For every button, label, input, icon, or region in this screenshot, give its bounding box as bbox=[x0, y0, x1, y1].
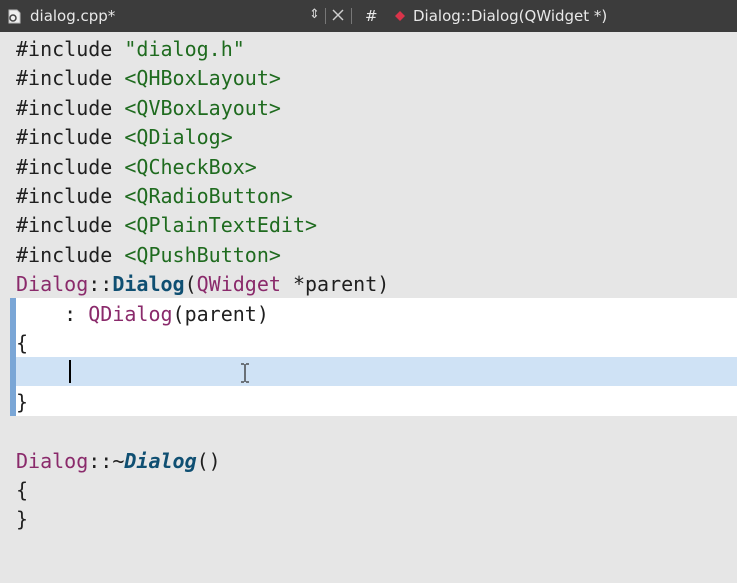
ibeam-cursor-icon bbox=[241, 363, 249, 383]
code-token: { bbox=[16, 478, 29, 502]
code-token: "dialog.h" bbox=[124, 37, 245, 61]
code-token: #include bbox=[16, 154, 125, 179]
code-token: Dialog bbox=[16, 448, 89, 473]
code-line: Dialog::Dialog(QWidget *parent) bbox=[16, 270, 389, 299]
symbol-hash-label[interactable]: # bbox=[365, 6, 378, 26]
code-token: #include bbox=[16, 213, 125, 238]
cpp-file-icon bbox=[8, 9, 21, 24]
code-token: #include bbox=[16, 66, 125, 91]
code-token: <QPlainTextEdit> bbox=[124, 213, 318, 238]
code-token: <QDialog> bbox=[124, 125, 233, 150]
code-token: #include bbox=[16, 242, 125, 267]
current-line-highlight bbox=[10, 357, 737, 386]
code-token: (parent) bbox=[172, 301, 269, 326]
symbol-dropdown[interactable]: Dialog::Dialog(QWidget *) bbox=[413, 6, 607, 26]
code-line: #include <QPushButton> bbox=[16, 241, 281, 270]
code-line: } bbox=[16, 388, 28, 417]
code-token: <QCheckBox> bbox=[124, 154, 257, 179]
code-token: <QPushButton> bbox=[124, 242, 281, 267]
tab-separator bbox=[325, 8, 326, 24]
code-line: { bbox=[16, 329, 28, 358]
code-line: Dialog::~Dialog() bbox=[16, 447, 221, 476]
code-token: *parent) bbox=[280, 272, 390, 297]
code-line: #include <QRadioButton> bbox=[16, 182, 293, 211]
code-line: { bbox=[16, 476, 28, 505]
code-token: QWidget bbox=[196, 272, 281, 297]
code-editor-window: dialog.cpp* ⇕ # Dialog::Dialog(QWidget *… bbox=[0, 0, 737, 583]
code-line: #include <QHBoxLayout> bbox=[16, 64, 281, 93]
code-token: } bbox=[16, 507, 29, 532]
code-line: : QDialog(parent) bbox=[16, 300, 269, 329]
code-token: () bbox=[196, 448, 221, 473]
text-cursor bbox=[69, 360, 71, 383]
code-token: } bbox=[16, 389, 29, 414]
code-token: ::~ bbox=[88, 448, 125, 473]
code-line: #include <QPlainTextEdit> bbox=[16, 211, 317, 240]
code-token: <QRadioButton> bbox=[124, 184, 293, 208]
code-token: :: bbox=[88, 272, 113, 297]
code-token: #include bbox=[16, 37, 125, 61]
code-line: #include <QDialog> bbox=[16, 123, 233, 152]
code-token: <QVBoxLayout> bbox=[124, 95, 281, 120]
code-token: { bbox=[16, 331, 29, 355]
code-token: #include bbox=[16, 184, 125, 208]
code-token: QDialog bbox=[88, 301, 173, 326]
code-token: #include bbox=[16, 95, 125, 120]
code-token: ( bbox=[184, 272, 197, 297]
code-line: #include <QVBoxLayout> bbox=[16, 94, 281, 123]
file-switch-arrows-icon[interactable]: ⇕ bbox=[309, 5, 320, 25]
code-token: <QHBoxLayout> bbox=[124, 66, 281, 91]
code-line: #include "dialog.h" bbox=[16, 35, 245, 64]
code-token: Dialog bbox=[112, 272, 185, 297]
close-icon[interactable] bbox=[331, 5, 345, 25]
code-token: #include bbox=[16, 125, 125, 150]
tab-separator bbox=[351, 8, 352, 24]
code-token: : bbox=[16, 301, 89, 326]
code-line: #include <QCheckBox> bbox=[16, 153, 257, 182]
function-symbol-icon bbox=[395, 11, 405, 21]
editor-tab-bar: dialog.cpp* ⇕ # Dialog::Dialog(QWidget *… bbox=[0, 0, 737, 32]
file-name-label[interactable]: dialog.cpp* bbox=[30, 6, 115, 26]
code-line: } bbox=[16, 505, 28, 534]
code-token: Dialog bbox=[124, 448, 197, 473]
code-text-area[interactable]: #include "dialog.h" #include <QHBoxLayout… bbox=[0, 32, 737, 583]
code-token: Dialog bbox=[16, 272, 89, 297]
